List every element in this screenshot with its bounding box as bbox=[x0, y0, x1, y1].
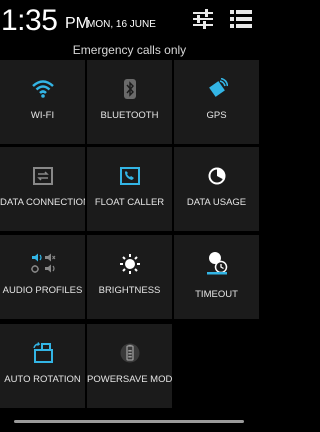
tile-label: GPS bbox=[206, 110, 227, 121]
tile-label: POWERSAVE MODE bbox=[87, 374, 172, 385]
clock-ampm: PM bbox=[65, 15, 89, 32]
tile-label: DATA USAGE bbox=[186, 197, 247, 208]
tile-audio-profiles[interactable]: AUDIO PROFILES bbox=[0, 235, 85, 319]
bottom-handle-bar[interactable] bbox=[14, 420, 244, 423]
tile-label: AUTO ROTATION bbox=[4, 374, 81, 385]
tile-label: TIMEOUT bbox=[195, 289, 238, 300]
tile-powersave-mode[interactable]: POWERSAVE MODE bbox=[87, 324, 172, 408]
tile-timeout[interactable]: TIMEOUT bbox=[174, 235, 259, 319]
sliders-icon bbox=[193, 9, 213, 29]
tile-data-connection[interactable]: DATA CONNECTION bbox=[0, 147, 85, 231]
tile-data-usage[interactable]: DATA USAGE bbox=[174, 147, 259, 231]
data-connection-icon bbox=[0, 164, 85, 188]
tile-label: DATA CONNECTION bbox=[0, 197, 85, 208]
notification-header: 1:35 PM MON, 16 JUNE bbox=[0, 0, 259, 40]
notification-list-button[interactable] bbox=[228, 8, 254, 30]
tile-bluetooth[interactable]: BLUETOOTH bbox=[87, 60, 172, 144]
tile-label: BLUETOOTH bbox=[100, 110, 159, 121]
tile-label: WI-FI bbox=[30, 110, 55, 121]
clock-time: 1:35 bbox=[1, 4, 58, 37]
list-icon bbox=[230, 10, 252, 28]
gps-icon bbox=[174, 77, 259, 101]
wifi-icon bbox=[0, 77, 85, 101]
date-label: MON, 16 JUNE bbox=[87, 19, 156, 30]
audio-profiles-icon bbox=[0, 252, 85, 276]
brightness-icon bbox=[87, 252, 172, 276]
powersave-icon bbox=[87, 341, 172, 365]
tile-brightness[interactable]: BRIGHTNESS bbox=[87, 235, 172, 319]
tile-label: FLOAT CALLER bbox=[94, 197, 165, 208]
auto-rotation-icon bbox=[0, 341, 85, 365]
tile-label: AUDIO PROFILES bbox=[2, 285, 83, 296]
tile-gps[interactable]: GPS bbox=[174, 60, 259, 144]
data-usage-icon bbox=[174, 164, 259, 188]
tile-float-caller[interactable]: FLOAT CALLER bbox=[87, 147, 172, 231]
tile-label: BRIGHTNESS bbox=[98, 285, 161, 296]
settings-sliders-button[interactable] bbox=[190, 8, 216, 30]
bluetooth-icon bbox=[87, 77, 172, 101]
timeout-icon bbox=[174, 252, 259, 276]
tile-auto-rotation[interactable]: AUTO ROTATION bbox=[0, 324, 85, 408]
float-caller-icon bbox=[87, 164, 172, 188]
network-status: Emergency calls only bbox=[72, 43, 187, 57]
tile-wifi[interactable]: WI-FI bbox=[0, 60, 85, 144]
